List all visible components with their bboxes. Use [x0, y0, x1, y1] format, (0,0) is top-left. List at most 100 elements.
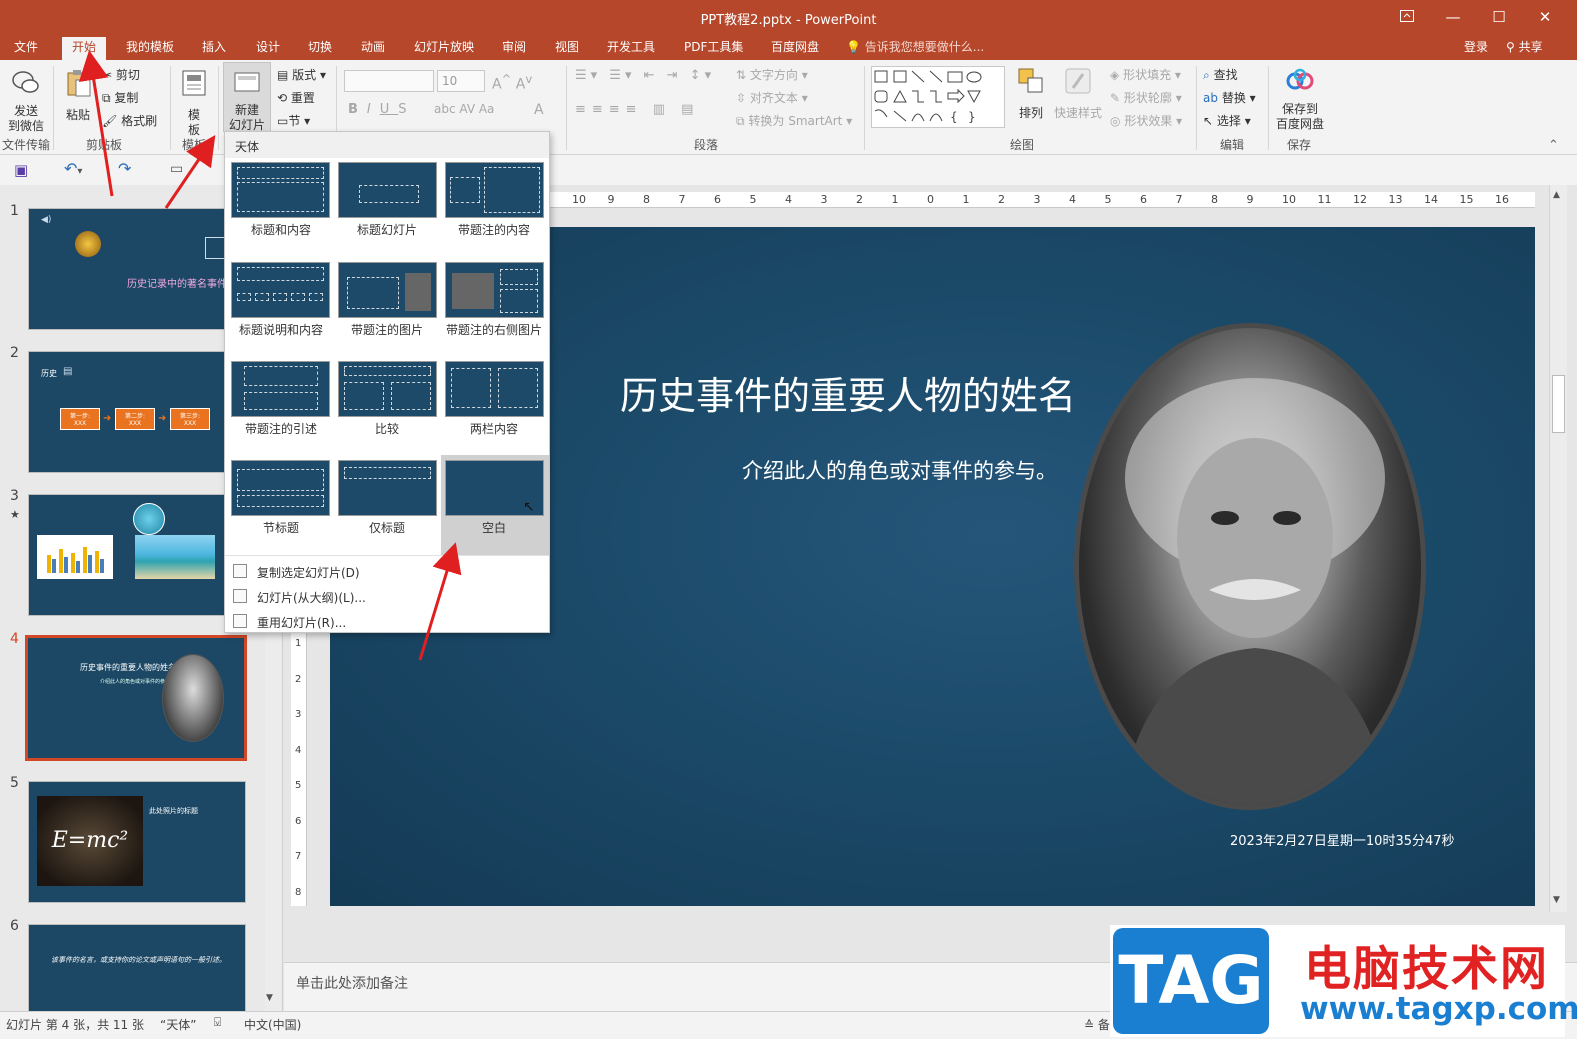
tab-baidu-netdisk[interactable]: 百度网盘 [769, 37, 821, 60]
vertical-scrollbar[interactable]: ▲ ▼ [1549, 185, 1567, 912]
layout-picture-caption[interactable] [338, 262, 437, 318]
thumbnail-slide-4[interactable]: 历史事件的重要人物的姓名 介绍此人的角色或对事件的参与。 [25, 635, 247, 761]
scroll-down-icon[interactable]: ▼ [266, 993, 273, 1003]
tab-view[interactable]: 视图 [553, 37, 581, 60]
thumbnail-slide-3[interactable] [28, 494, 246, 616]
section-button[interactable]: ▭节 ▾ [277, 112, 310, 129]
tab-home[interactable]: 开始 [62, 37, 107, 60]
bullets-icon[interactable]: ☰▾ ☰▾ ⇤ ⇥ ↕▾ [575, 68, 715, 83]
shape-effects-button[interactable]: ◎ 形状效果 ▾ [1110, 112, 1182, 129]
scroll-thumb[interactable] [1552, 375, 1565, 433]
layout-title-content[interactable] [231, 162, 330, 218]
tab-transitions[interactable]: 切换 [306, 37, 334, 60]
thumbnail-slide-5[interactable]: E=mc² 此处照片的标题 [28, 781, 246, 903]
arrange-button[interactable]: 排列 [1016, 66, 1046, 130]
tell-me-search[interactable]: 💡 告诉我您想要做什么... [846, 38, 984, 55]
find-button[interactable]: ⌕ 查找 [1203, 66, 1238, 83]
redo-icon[interactable]: ↷ [118, 159, 131, 178]
tab-slideshow[interactable]: 幻灯片放映 [412, 37, 476, 60]
new-slide-button[interactable]: 新建 幻灯片 [223, 62, 271, 132]
save-to-baidu-button[interactable]: 保存到 百度网盘 [1274, 66, 1326, 131]
save-icon[interactable]: ▣ [14, 161, 28, 179]
tab-my-templates[interactable]: 我的模板 [124, 37, 176, 60]
shape-outline-label: 形状轮廓 [1123, 91, 1172, 105]
tab-file[interactable]: 文件 [12, 37, 40, 60]
smartart-button[interactable]: ⧉ 转换为 SmartArt ▾ [736, 112, 852, 129]
layout-two-content[interactable] [445, 361, 544, 417]
shape-outline-button[interactable]: ✎ 形状轮廓 ▾ [1110, 89, 1182, 106]
grow-font-icon[interactable]: A^ Av [492, 72, 532, 93]
lightbulb-icon: 💡 [846, 40, 861, 54]
font-format-icons[interactable]: BIUS [348, 102, 416, 117]
collapse-ribbon-icon[interactable]: ⌃ [1548, 138, 1559, 153]
font-size-combo[interactable]: 10 [437, 70, 485, 92]
scroll-down-icon[interactable]: ▼ [1553, 895, 1560, 905]
text-direction-button[interactable]: ⇅ 文字方向 ▾ [736, 66, 808, 83]
paste-button[interactable]: 粘贴 [62, 68, 94, 132]
ruler-tick: 4 [1069, 193, 1076, 206]
layout-right-picture-caption[interactable] [445, 262, 544, 318]
copy-button[interactable]: ⧉ 复制 [102, 89, 138, 106]
layout-title-slide[interactable] [338, 162, 437, 218]
font-color-icon[interactable]: A [534, 102, 544, 118]
slide-date[interactable]: 2023年2月27日星期一10时35分47秒 [1230, 830, 1455, 849]
ribbon-display-icon[interactable] [1384, 0, 1430, 34]
reuse-slides-item[interactable]: 重用幻灯片(R)... [225, 610, 549, 634]
notes-placeholder[interactable]: 单击此处添加备注 [296, 973, 408, 993]
thumbnail-slide-2[interactable]: 历史 ▤ 第一步: XXX ➜ 第二步: XXX ➜ 第三步: XXX [28, 351, 246, 473]
tab-animations[interactable]: 动画 [359, 37, 387, 60]
close-button[interactable]: ✕ [1522, 0, 1568, 34]
shape-fill-button[interactable]: ◈ 形状填充 ▾ [1110, 66, 1181, 83]
thumbnail-slide-6[interactable]: 该事件的名言，或支持你的论文或声明语句的一般引述。 [28, 924, 246, 1011]
tab-insert[interactable]: 插入 [200, 37, 228, 60]
layout-title-only[interactable] [338, 460, 437, 516]
share-button[interactable]: ⚲ 共享 [1504, 37, 1545, 60]
spellcheck-icon[interactable]: ⍌ [214, 1015, 221, 1030]
align-text-button[interactable]: ⇳ 对齐文本 ▾ [736, 89, 808, 106]
layout-quote-caption[interactable] [231, 361, 330, 417]
layout-title-description[interactable] [231, 262, 330, 318]
language-status[interactable]: 中文(中国) [244, 1016, 301, 1033]
portrait-photo[interactable] [1074, 323, 1426, 810]
login-link[interactable]: 登录 [1462, 37, 1490, 60]
duplicate-slide-item[interactable]: 复制选定幻灯片(D) [225, 560, 549, 584]
send-to-wechat-button[interactable]: 发送 到微信 [8, 68, 44, 133]
slide-subtitle[interactable]: 介绍此人的角色或对事件的参与。 [742, 455, 1057, 485]
undo-icon[interactable]: ↶▾ [64, 159, 82, 178]
brush-icon: 🖌 [102, 114, 118, 128]
paint-bucket-icon: ◈ [1110, 68, 1120, 82]
slide-title[interactable]: 历史事件的重要人物的姓名 [620, 365, 1076, 420]
tab-developer[interactable]: 开发工具 [605, 37, 657, 60]
layout-button[interactable]: ▤ 版式 ▾ [277, 66, 326, 83]
format-painter-button[interactable]: 🖌 格式刷 [102, 112, 157, 129]
document-icon: ▤ [63, 366, 73, 377]
replace-button[interactable]: ab 替换 ▾ [1203, 89, 1256, 106]
thumbnail-slide-1[interactable]: ◀) 历史记录中的著名事件 [28, 208, 246, 330]
template-button[interactable]: 模 板 [178, 68, 210, 137]
scroll-up-icon[interactable]: ▲ [1553, 190, 1560, 200]
minimize-button[interactable]: — [1430, 0, 1476, 34]
placeholder [484, 167, 540, 213]
slides-from-outline-item[interactable]: 幻灯片(从大纲)(L)... [225, 585, 549, 609]
reset-button[interactable]: ⟲ 重置 [277, 89, 315, 106]
tab-design[interactable]: 设计 [254, 37, 282, 60]
start-presentation-icon[interactable]: ▭ [170, 161, 183, 177]
quick-styles-button[interactable]: 快速样式 [1054, 66, 1102, 130]
watermark-url: www.tagxp.com [1300, 991, 1577, 1027]
shapes-gallery[interactable]: {} [871, 66, 1005, 128]
layout-section-header[interactable] [231, 460, 330, 516]
cut-button[interactable]: ✂ 剪切 [102, 66, 140, 83]
font-name-combo[interactable] [344, 70, 434, 92]
select-button[interactable]: ↖ 选择 ▾ [1203, 112, 1251, 129]
tab-review[interactable]: 审阅 [500, 37, 528, 60]
ruler-tick: 1 [962, 193, 970, 206]
layout-comparison[interactable] [338, 361, 437, 417]
align-icons[interactable]: ≡≡≡≡ ▥ ▤ [575, 102, 699, 117]
smartart-icon: ⧉ [736, 114, 745, 128]
ruler-tick: 13 [1388, 193, 1403, 206]
maximize-button[interactable]: ☐ [1476, 0, 1522, 34]
tab-pdf-tools[interactable]: PDF工具集 [682, 37, 745, 60]
layout-content-caption[interactable] [445, 162, 544, 218]
strikethrough-icon[interactable]: abc AV Aa [434, 102, 494, 116]
notes-toggle-button[interactable]: ≙ 备 [1084, 1016, 1110, 1033]
